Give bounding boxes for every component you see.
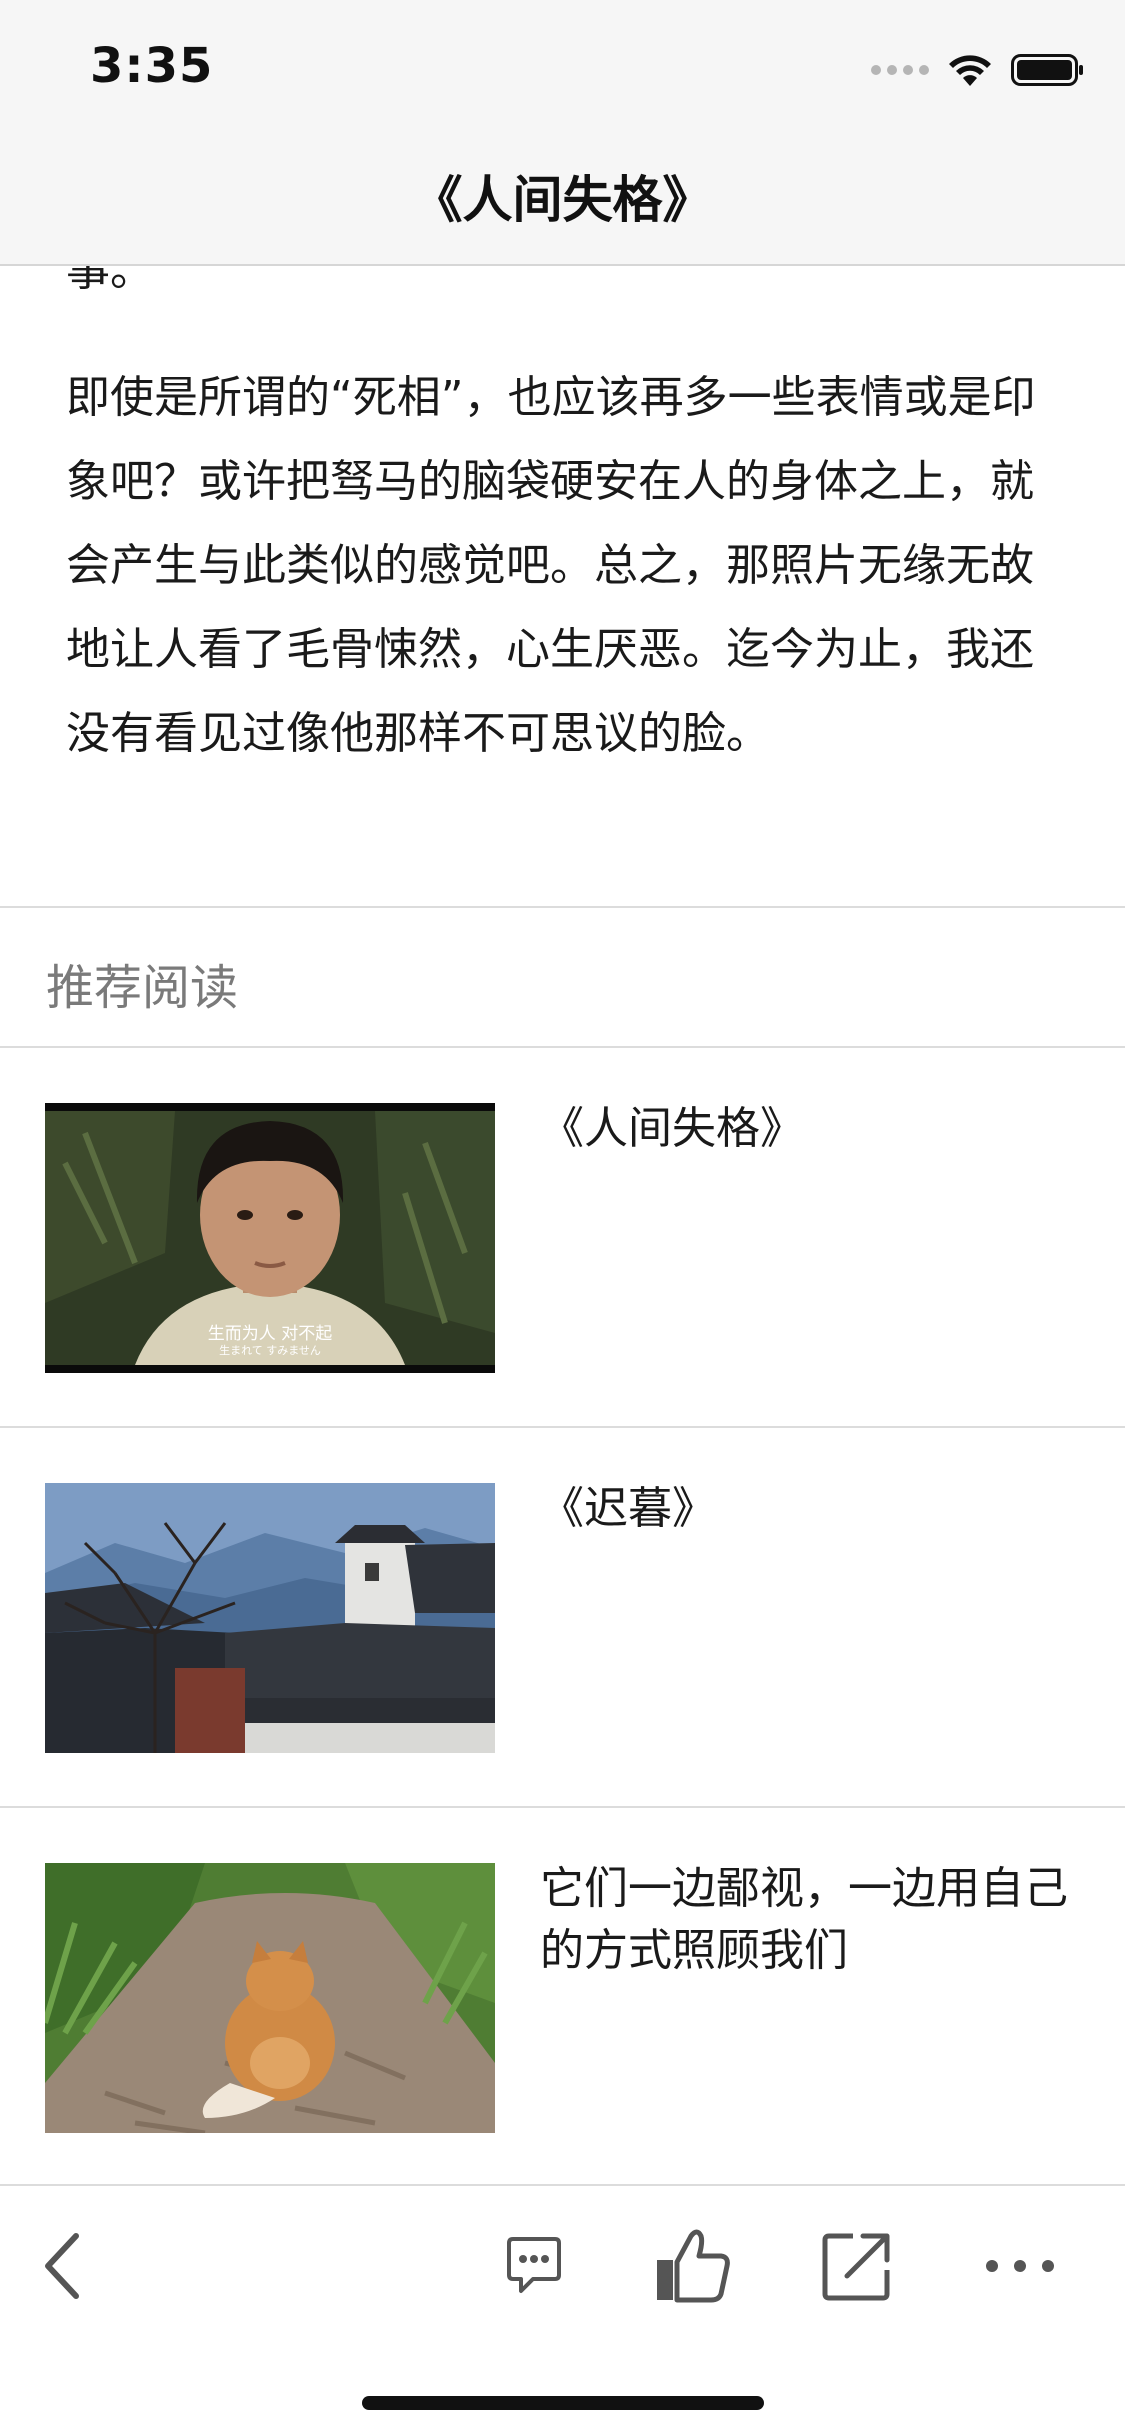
- like-button[interactable]: [643, 2216, 743, 2316]
- subtitle-line-2: 生まれて すみません: [219, 1344, 321, 1357]
- thumbnail-boy: 生而为人 对不起 生まれて すみません: [45, 1103, 495, 1373]
- comment-button[interactable]: [484, 2216, 584, 2316]
- divider: [0, 906, 1125, 908]
- back-button[interactable]: [12, 2216, 112, 2316]
- more-icon: [986, 2260, 1054, 2272]
- thumbnail-cat: [45, 1863, 495, 2133]
- more-button[interactable]: [970, 2216, 1070, 2316]
- back-icon: [45, 2233, 79, 2299]
- top-bar: 3:35 《人间失格》: [0, 0, 1125, 266]
- comment-icon: [507, 2237, 561, 2293]
- recommended-item-title: 《人间失格》: [540, 1103, 804, 1154]
- battery-icon: [1011, 54, 1083, 86]
- recommended-item-title: 它们一边鄙视，一边用自己的方式照顾我们: [540, 1863, 1068, 1976]
- thumbnail-village: [45, 1483, 495, 1753]
- status-icons: [871, 50, 1085, 90]
- screen: 3:35 《人间失格》 事。 即使是所谓的“死相”，也应该再多一些表情或是印象吧…: [0, 0, 1125, 2436]
- recommended-item[interactable]: 《迟暮》: [0, 1428, 1125, 1808]
- wifi-icon: [949, 55, 991, 86]
- status-time: 3:35: [90, 38, 214, 94]
- signal-dots-icon: [871, 65, 929, 75]
- recommended-heading: 推荐阅读: [46, 960, 239, 1016]
- recommended-item[interactable]: 生而为人 对不起 生まれて すみません 《人间失格》: [0, 1048, 1125, 1428]
- page-title: 《人间失格》: [412, 171, 713, 229]
- thumbnail-subtitle: 生而为人 对不起 生まれて すみません: [45, 1324, 495, 1358]
- home-indicator[interactable]: [362, 2396, 764, 2410]
- share-button[interactable]: [807, 2216, 907, 2316]
- share-icon: [822, 2233, 890, 2301]
- recommended-item-title: 《迟暮》: [540, 1483, 716, 1534]
- subtitle-line-1: 生而为人 对不起: [207, 1324, 333, 1344]
- like-icon: [657, 2229, 730, 2303]
- recommended-item[interactable]: 它们一边鄙视，一边用自己的方式照顾我们: [0, 1808, 1125, 2188]
- article-paragraph: 即使是所谓的“死相”，也应该再多一些表情或是印象吧？或许把驽马的脑袋硬安在人的身…: [66, 372, 1036, 759]
